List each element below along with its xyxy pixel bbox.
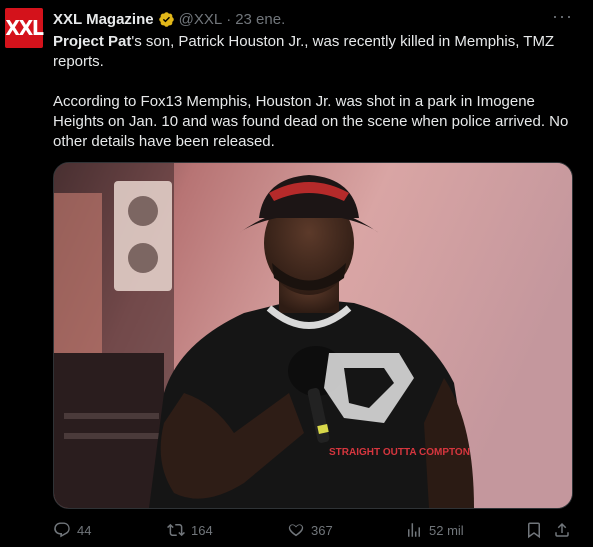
views-count: 52 mil — [429, 522, 464, 538]
reply-button[interactable]: 44 — [53, 521, 91, 539]
handle[interactable]: @XXL — [179, 11, 223, 28]
repost-button[interactable]: 164 — [167, 521, 213, 539]
tweet-card[interactable]: XXL XXL Magazine @XXL · 23 ene. ··· Proj… — [0, 0, 593, 547]
repost-count: 164 — [191, 522, 213, 538]
bold-mention: Project Pat — [53, 33, 132, 50]
action-bar: 44 164 367 52 mil — [53, 520, 573, 540]
heart-icon — [288, 524, 304, 537]
shirt-print-text: STRAIGHT OUTTA COMPTON — [329, 447, 470, 458]
display-name[interactable]: XXL Magazine — [53, 11, 154, 28]
photo-illustration: STRAIGHT OUTTA COMPTON — [54, 163, 572, 508]
views-button[interactable]: 52 mil — [405, 521, 464, 539]
share-icon — [555, 522, 569, 537]
views-chart-icon — [408, 523, 420, 537]
like-button[interactable]: 367 — [287, 521, 333, 539]
tweet-header: XXL Magazine @XXL · 23 ene. — [53, 9, 573, 29]
share-button[interactable] — [553, 521, 571, 539]
bookmark-icon — [528, 522, 540, 539]
timestamp[interactable]: 23 ene. — [235, 11, 285, 28]
tweet-media-image[interactable]: STRAIGHT OUTTA COMPTON — [53, 162, 573, 509]
tweet-paragraph-2: According to Fox13 Memphis, Houston Jr. … — [53, 93, 569, 150]
repost-icon — [167, 523, 185, 537]
tweet-text: Project Pat's son, Patrick Houston Jr., … — [53, 32, 573, 152]
reply-icon — [54, 522, 70, 538]
like-count: 367 — [311, 522, 333, 538]
avatar[interactable]: XXL — [5, 8, 44, 48]
verified-badge-icon — [158, 11, 174, 27]
bookmark-button[interactable] — [525, 521, 543, 539]
separator-dot: · — [226, 10, 232, 28]
tweet-paragraph-1: Project Pat's son, Patrick Houston Jr., … — [53, 32, 573, 72]
more-options-icon[interactable]: ··· — [552, 7, 573, 25]
reply-count: 44 — [77, 522, 92, 538]
